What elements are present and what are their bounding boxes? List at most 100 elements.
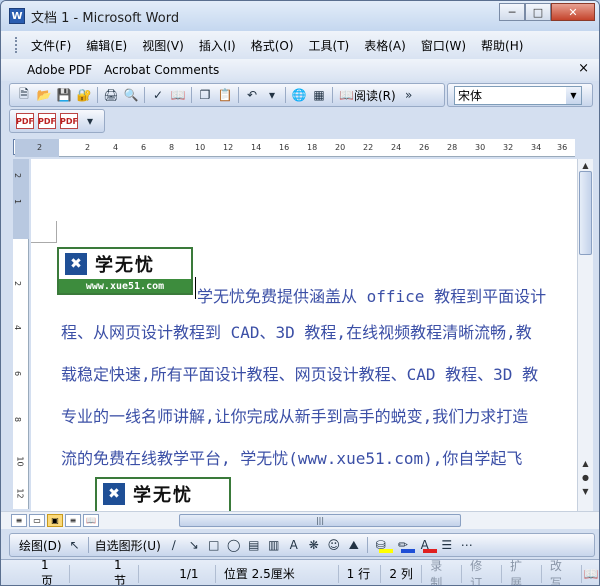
diagram-icon[interactable]: ❋ bbox=[305, 536, 323, 554]
text-box-icon[interactable]: ▤ bbox=[245, 536, 263, 554]
menu-bar: 文件(F) 编辑(E) 视图(V) 插入(I) 格式(O) 工具(T) 表格(A… bbox=[1, 31, 599, 59]
menu-view[interactable]: 视图(V) bbox=[136, 37, 190, 54]
line-icon[interactable]: ∕ bbox=[165, 536, 183, 554]
undo-icon[interactable]: ↶ bbox=[243, 86, 261, 104]
ruler-tick: 16 bbox=[279, 143, 290, 152]
ruler-tick: 2 bbox=[13, 172, 23, 179]
print-icon[interactable]: 🖨 bbox=[102, 86, 120, 104]
close-button[interactable]: ✕ bbox=[551, 3, 595, 21]
ruler-tick: 2 bbox=[37, 143, 43, 152]
ruler-tick: 28 bbox=[447, 143, 458, 152]
logo-image[interactable]: ✖ 学无忧 bbox=[95, 477, 231, 511]
next-page-icon[interactable]: ▼ bbox=[579, 485, 592, 497]
window-controls: ─ □ ✕ bbox=[499, 3, 595, 21]
title-bar[interactable]: W 文档 1 - Microsoft Word ─ □ ✕ bbox=[1, 1, 599, 31]
menu-acrobat-comments[interactable]: Acrobat Comments bbox=[98, 63, 225, 77]
select-browse-object-icon[interactable]: ● bbox=[579, 471, 592, 483]
line-style-icon[interactable]: ☰ bbox=[438, 536, 456, 554]
close-menubar-icon[interactable]: × bbox=[578, 61, 589, 76]
horizontal-scrollbar[interactable]: ||| bbox=[101, 514, 573, 528]
open-folder-icon[interactable]: 📂 bbox=[35, 86, 53, 104]
menu-edit[interactable]: 编辑(E) bbox=[80, 37, 133, 54]
clip-art-icon[interactable]: ☺ bbox=[325, 536, 343, 554]
ruler-tick: 4 bbox=[113, 143, 119, 152]
vertical-scrollbar[interactable]: ▲ ▲ ● ▼ bbox=[577, 159, 593, 511]
hyperlink-icon[interactable]: 🌐 bbox=[290, 86, 308, 104]
paste-icon[interactable]: 📋 bbox=[216, 86, 234, 104]
scroll-up-icon[interactable]: ▲ bbox=[579, 159, 592, 171]
menubar-grip[interactable] bbox=[15, 37, 19, 53]
doc-text-line[interactable]: 流的免费在线教学平台, 学无忧(www.xue51.com),你自学起飞 bbox=[61, 445, 522, 469]
vertical-ruler[interactable]: 2 1 2 4 6 8 10 12 bbox=[13, 159, 29, 509]
menu-insert[interactable]: 插入(I) bbox=[193, 37, 242, 54]
copy-icon[interactable]: ❐ bbox=[196, 86, 214, 104]
status-track-changes[interactable]: 修订 bbox=[462, 559, 503, 585]
outline-view-icon[interactable]: ≡ bbox=[65, 514, 81, 527]
draw-menu-button[interactable]: 绘图(D) bbox=[16, 537, 65, 554]
font-name-select[interactable]: 宋体 ▼ bbox=[454, 85, 582, 105]
menu-help[interactable]: 帮助(H) bbox=[475, 37, 529, 54]
print-layout-icon[interactable]: ▣ bbox=[47, 514, 63, 527]
status-extend[interactable]: 扩展 bbox=[502, 559, 542, 585]
toolbar-separator bbox=[144, 87, 145, 103]
vertical-text-box-icon[interactable]: ▥ bbox=[265, 536, 283, 554]
insert-picture-icon[interactable]: ⛰ bbox=[345, 536, 363, 554]
menu-file[interactable]: 文件(F) bbox=[25, 37, 77, 54]
dash-style-icon[interactable]: ⋯ bbox=[458, 536, 476, 554]
permission-icon[interactable]: 🔐 bbox=[75, 86, 93, 104]
new-document-icon[interactable]: 🗎 bbox=[15, 86, 33, 104]
toolbar-options-icon[interactable]: ▾ bbox=[81, 112, 99, 130]
spelling-check-icon[interactable]: ✓ bbox=[149, 86, 167, 104]
menu-adobe-pdf[interactable]: Adobe PDF bbox=[21, 63, 98, 77]
wordart-icon[interactable]: A bbox=[285, 536, 303, 554]
status-record[interactable]: 录制 bbox=[422, 559, 463, 585]
chevron-down-icon[interactable]: ▼ bbox=[566, 86, 581, 104]
insert-table-icon[interactable]: ▦ bbox=[310, 86, 328, 104]
logo-image[interactable]: ✖ 学无忧 www.xue51.com bbox=[57, 247, 193, 295]
previous-page-icon[interactable]: ▲ bbox=[579, 457, 592, 469]
font-name-value: 宋体 bbox=[458, 88, 483, 103]
doc-text-line[interactable]: 专业的一线名师讲解,让你完成从新手到高手的蜕变,我们力求打造 bbox=[61, 403, 528, 427]
autoshapes-menu-button[interactable]: 自选图形(U) bbox=[92, 537, 164, 554]
word-app-icon[interactable]: W bbox=[9, 8, 25, 24]
ruler-tick: 8 bbox=[169, 143, 175, 152]
convert-to-pdf-icon[interactable]: PDF bbox=[16, 113, 34, 129]
page-corner-mark bbox=[31, 221, 57, 243]
convert-and-review-icon[interactable]: PDF bbox=[60, 113, 78, 129]
undo-dropdown-icon[interactable]: ▾ bbox=[263, 86, 281, 104]
line-color-swatch bbox=[400, 549, 415, 553]
horizontal-scroll-thumb[interactable]: ||| bbox=[179, 514, 461, 527]
menu-table[interactable]: 表格(A) bbox=[358, 37, 412, 54]
ruler-tick: 2 bbox=[85, 143, 91, 152]
arrow-icon[interactable]: ↘ bbox=[185, 536, 203, 554]
pdf-toolbar: PDF PDF PDF ▾ bbox=[9, 109, 105, 133]
oval-icon[interactable]: ◯ bbox=[225, 536, 243, 554]
menu-window[interactable]: 窗口(W) bbox=[415, 37, 472, 54]
doc-text-line[interactable]: 学无忧免费提供涵盖从 office 教程到平面设计 bbox=[197, 283, 546, 307]
normal-view-icon[interactable]: ≡ bbox=[11, 514, 27, 527]
doc-text-line[interactable]: 程、从网页设计教程到 CAD、3D 教程,在线视频教程清晰流畅,教 bbox=[61, 319, 532, 343]
status-overtype[interactable]: 改写 bbox=[542, 559, 582, 585]
reading-layout-icon[interactable]: 📖 bbox=[83, 514, 99, 527]
maximize-button[interactable]: □ bbox=[525, 3, 551, 21]
web-layout-icon[interactable]: ▭ bbox=[29, 514, 45, 527]
vertical-scroll-thumb[interactable] bbox=[579, 171, 592, 255]
print-preview-icon[interactable]: 🔍 bbox=[122, 86, 140, 104]
menu-tools[interactable]: 工具(T) bbox=[303, 37, 356, 54]
spelling-status-icon[interactable]: 📖 bbox=[583, 565, 599, 583]
horizontal-ruler[interactable]: 2 2 4 6 8 10 12 14 16 18 20 22 24 26 28 … bbox=[15, 139, 575, 157]
document-page[interactable]: ✖ 学无忧 www.xue51.com 学无忧免费提供涵盖从 office 教程… bbox=[31, 159, 577, 511]
select-objects-icon[interactable]: ↖ bbox=[66, 536, 84, 554]
research-icon[interactable]: 📖 bbox=[169, 86, 187, 104]
toolbar-options-icon[interactable]: » bbox=[400, 86, 418, 104]
formatting-toolbar: 宋体 ▼ bbox=[447, 83, 593, 107]
reading-mode-button[interactable]: 📖 阅读(R) bbox=[336, 87, 399, 104]
minimize-button[interactable]: ─ bbox=[499, 3, 525, 21]
save-icon[interactable]: 💾 bbox=[55, 86, 73, 104]
status-position: 位置 2.5厘米 bbox=[216, 564, 339, 583]
rectangle-icon[interactable]: □ bbox=[205, 536, 223, 554]
menu-format[interactable]: 格式(O) bbox=[245, 37, 300, 54]
convert-and-email-icon[interactable]: PDF bbox=[38, 113, 56, 129]
doc-text-line[interactable]: 载稳定快速,所有平面设计教程、网页设计教程、CAD 教程、3D 教 bbox=[61, 361, 538, 385]
ruler-tick: 30 bbox=[475, 143, 486, 152]
